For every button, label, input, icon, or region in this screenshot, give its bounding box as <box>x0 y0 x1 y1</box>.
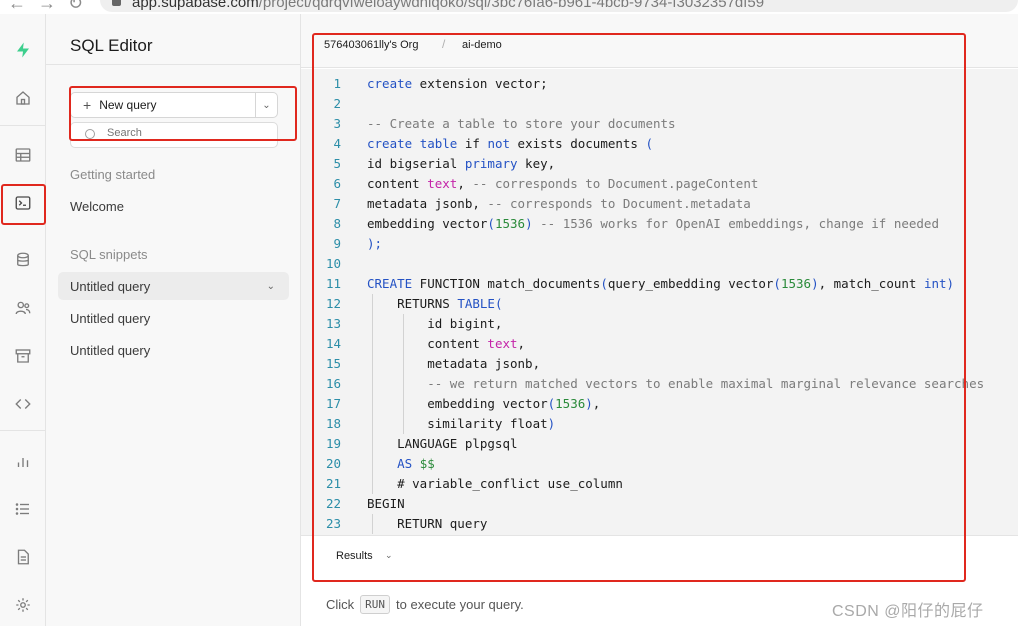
line-number: 12 <box>325 296 341 311</box>
code-editor[interactable]: 1 create extension vector; 2 3 -- Create a… <box>301 69 1018 535</box>
line-number: 8 <box>333 216 341 231</box>
sql-editor-icon[interactable] <box>9 189 37 217</box>
code-line: create extension vector; <box>367 76 548 91</box>
code-line: id bigserial primary key, <box>367 156 556 171</box>
line-number: 20 <box>325 456 341 471</box>
breadcrumb: 576403061lly's Org / ai-demo <box>301 14 1018 68</box>
snippet-label: Untitled query <box>70 278 151 294</box>
new-query-control: + New query ⌄ <box>70 92 278 118</box>
line-number: 2 <box>333 96 341 111</box>
section-getting-started: Getting started <box>70 167 156 182</box>
line-number: 15 <box>325 356 341 371</box>
code-line: metadata jsonb, <box>367 356 541 371</box>
line-number: 22 <box>325 496 341 511</box>
line-number: 19 <box>325 436 341 451</box>
code-line: LANGUAGE plpgsql <box>367 436 518 451</box>
line-number: 1 <box>333 76 341 91</box>
line-number: 11 <box>325 276 341 291</box>
main-editor-area: 576403061lly's Org / ai-demo 1 create ext… <box>301 14 1018 626</box>
line-number: 3 <box>333 116 341 131</box>
plus-icon: + <box>83 97 92 113</box>
line-number: 5 <box>333 156 341 171</box>
code-line: create table if not exists documents ( <box>367 136 654 151</box>
chevron-down-icon: ⌄ <box>262 99 271 111</box>
code-line: AS $$ <box>397 456 435 471</box>
url-text[interactable]: app.supabase.com/project/qdrqvfweloaywdh… <box>132 0 764 11</box>
line-number: 4 <box>333 136 341 151</box>
supabase-logo-icon[interactable] <box>9 36 37 64</box>
search-icon <box>85 129 95 139</box>
line-number: 21 <box>325 476 341 491</box>
run-key-badge: RUN <box>360 595 391 614</box>
lock-icon <box>112 0 121 6</box>
code-line: RETURN query <box>367 516 488 531</box>
settings-gear-icon[interactable] <box>9 591 37 619</box>
back-arrow-icon[interactable]: ← <box>8 0 26 14</box>
snippet-item[interactable]: Untitled query <box>70 311 150 326</box>
chevron-down-icon[interactable]: ⌄ <box>267 281 275 292</box>
code-line: -- we return matched vectors to enable m… <box>427 376 985 391</box>
run-hint: Click RUN to execute your query. <box>326 595 524 614</box>
hint-text: to execute your query. <box>396 597 524 612</box>
snippet-item-active[interactable]: Untitled query ⌄ <box>58 272 289 300</box>
new-query-label: New query <box>99 98 157 112</box>
code-line: RETURNS TABLE( <box>367 296 503 311</box>
breadcrumb-separator: / <box>442 37 446 51</box>
breadcrumb-org[interactable]: 576403061lly's Org <box>324 39 418 51</box>
reload-icon[interactable]: ↻ <box>68 0 83 14</box>
browser-url-bar: ← → ↻ app.supabase.com/project/qdrqvfwel… <box>0 0 1018 14</box>
sql-editor-sidebar: SQL Editor + New query ⌄ Getting started… <box>46 14 301 626</box>
line-number: 6 <box>333 176 341 191</box>
search-box <box>70 122 278 148</box>
watermark: CSDN @阳仔的屁仔 <box>832 603 984 620</box>
code-line: similarity float) <box>367 416 556 431</box>
snippet-item[interactable]: Untitled query <box>70 343 150 358</box>
forward-arrow-icon[interactable]: → <box>38 0 56 14</box>
line-number: 13 <box>325 316 341 331</box>
users-icon[interactable] <box>9 294 37 322</box>
code-line: -- Create a table to store your document… <box>367 116 676 131</box>
code-line: id bigint, <box>367 316 503 331</box>
line-number: 16 <box>325 376 341 391</box>
code-line: # variable_conflict use_column <box>367 476 623 491</box>
search-input[interactable] <box>107 127 267 139</box>
code-line: BEGIN <box>367 496 405 511</box>
sidebar-title: SQL Editor <box>70 36 153 55</box>
line-number: 23 <box>325 516 341 531</box>
code-line: ); <box>367 236 383 251</box>
line-number: 14 <box>325 336 341 351</box>
results-panel: Results ⌄ <box>301 535 1018 575</box>
results-toggle[interactable]: Results <box>336 550 373 562</box>
storage-icon[interactable] <box>9 342 37 370</box>
database-icon[interactable] <box>9 246 37 274</box>
logs-icon[interactable] <box>9 495 37 523</box>
api-docs-icon[interactable] <box>9 543 37 571</box>
line-number: 18 <box>325 416 341 431</box>
new-query-button[interactable]: + New query <box>71 93 255 117</box>
code-line: content text, -- corresponds to Document… <box>367 176 759 191</box>
code-line: CREATE FUNCTION match_documents(query_em… <box>367 276 955 291</box>
hint-text: Click <box>326 597 355 612</box>
icon-rail <box>0 14 46 626</box>
code-line: content text, <box>367 336 526 351</box>
code-line: embedding vector(1536), <box>367 396 601 411</box>
table-editor-icon[interactable] <box>9 141 37 169</box>
line-number: 9 <box>333 236 341 251</box>
code-line: embedding vector(1536) -- 1536 works for… <box>367 216 939 231</box>
chevron-down-icon[interactable]: ⌄ <box>385 550 393 561</box>
new-query-dropdown-button[interactable]: ⌄ <box>255 93 277 117</box>
home-icon[interactable] <box>9 84 37 112</box>
sidebar-item-welcome[interactable]: Welcome <box>70 199 124 214</box>
line-number: 10 <box>325 256 341 271</box>
line-number: 7 <box>333 196 341 211</box>
breadcrumb-project[interactable]: ai-demo <box>462 39 502 51</box>
section-sql-snippets: SQL snippets <box>70 247 148 262</box>
line-number: 17 <box>325 396 341 411</box>
code-line: metadata jsonb, -- corresponds to Docume… <box>367 196 751 211</box>
edge-functions-icon[interactable] <box>9 390 37 418</box>
reports-icon[interactable] <box>9 447 37 475</box>
